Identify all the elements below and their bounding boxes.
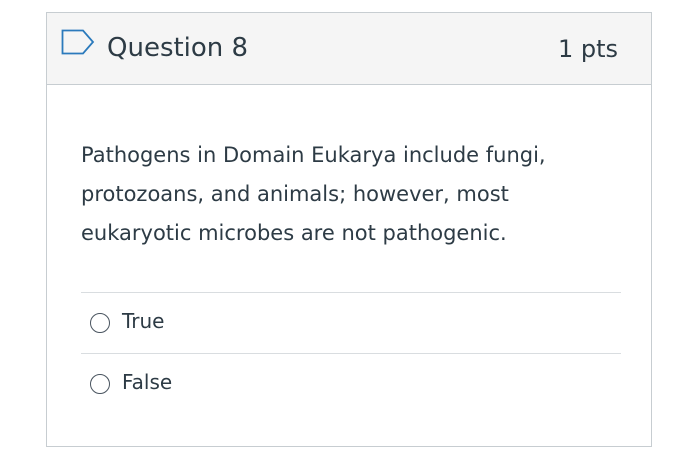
answer-label: True bbox=[122, 309, 165, 333]
radio-button[interactable] bbox=[90, 313, 110, 333]
question-title: Question 8 bbox=[107, 33, 249, 63]
question-header: Question 8 1 pts bbox=[47, 13, 651, 85]
answer-label: False bbox=[122, 370, 173, 394]
question-points: 1 pts bbox=[557, 35, 618, 63]
answer-option-false[interactable]: False bbox=[81, 353, 621, 414]
answer-option-true[interactable]: True bbox=[81, 292, 621, 353]
radio-button[interactable] bbox=[90, 374, 110, 394]
question-text: Pathogens in Domain Eukarya include fung… bbox=[81, 143, 546, 245]
question-card: Question 8 1 pts Pathogens in Domain Euk… bbox=[46, 12, 652, 447]
flag-outline-icon[interactable] bbox=[61, 29, 95, 55]
